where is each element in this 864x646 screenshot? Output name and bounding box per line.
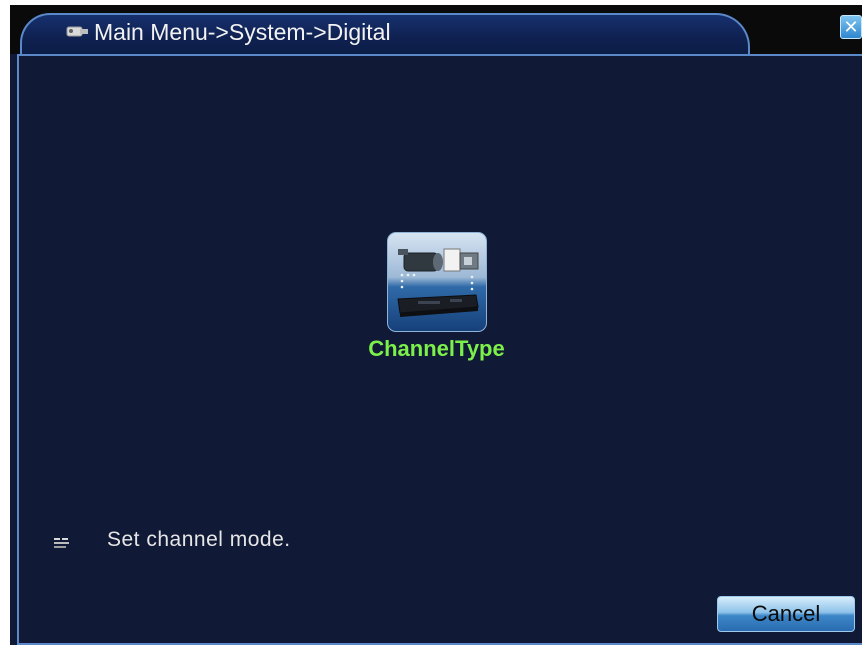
cancel-button[interactable]: Cancel (717, 596, 855, 632)
digital-window: Main Menu->System->Digital ✕ ChannelType… (10, 5, 862, 645)
window-title: Main Menu->System->Digital (94, 19, 391, 45)
info-icon (53, 536, 71, 548)
close-icon: ✕ (843, 16, 859, 38)
close-button[interactable]: ✕ (840, 15, 862, 39)
title-bar: Main Menu->System->Digital ✕ (10, 5, 862, 56)
hint-text: Set channel mode. (107, 528, 291, 551)
content-panel: ChannelType Set channel mode. Cancel (17, 54, 862, 645)
camera-icon (64, 18, 92, 42)
menu-item-channel-type[interactable]: ChannelType (339, 232, 505, 372)
camera-dvr-icon[interactable] (387, 232, 487, 332)
channel-type-label[interactable]: ChannelType (339, 336, 534, 362)
